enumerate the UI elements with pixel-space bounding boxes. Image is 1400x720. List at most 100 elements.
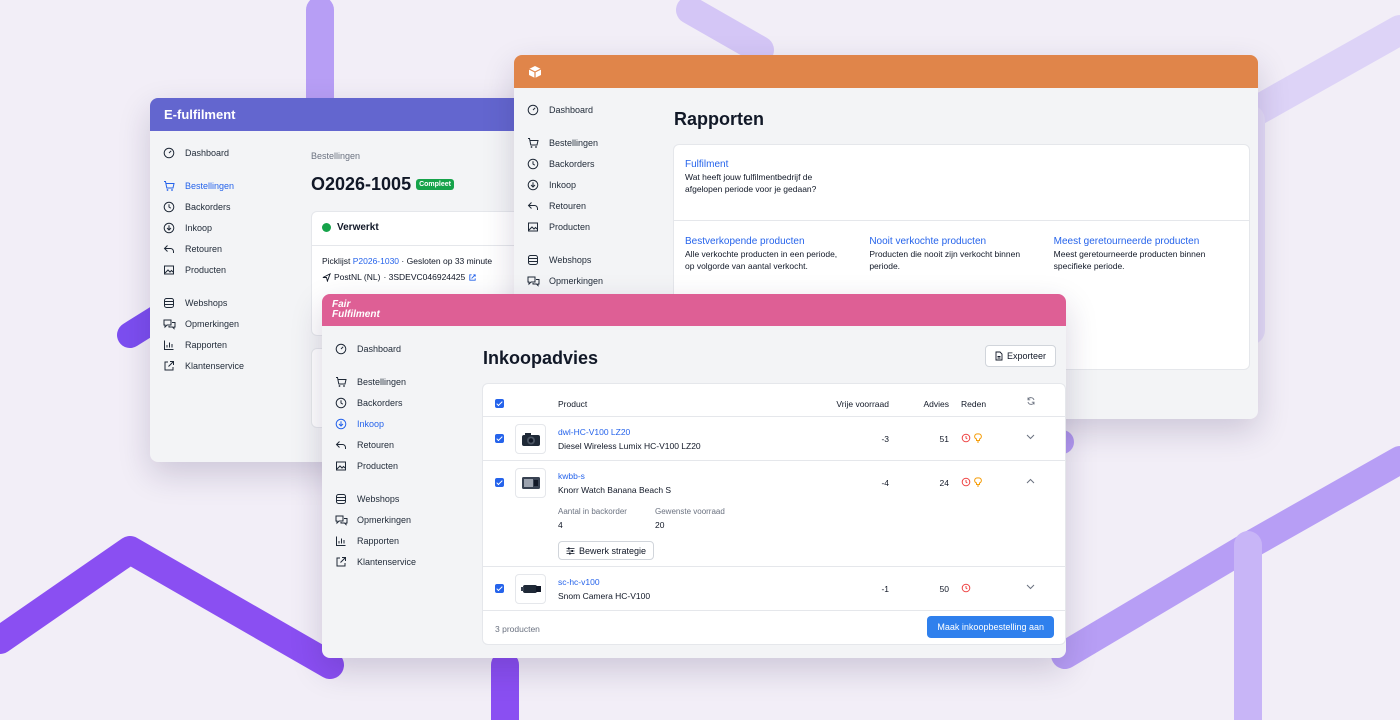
lightbulb-icon: [974, 433, 982, 443]
sidebar-item-klantenservice[interactable]: Klantenservice: [162, 355, 292, 376]
table-row[interactable]: kwbb-s Knorr Watch Banana Beach S -4 24 …: [483, 461, 1065, 567]
sidebar-item-producten[interactable]: Producten: [526, 216, 656, 237]
sidebar-item-label: Dashboard: [549, 104, 594, 115]
document-icon: [995, 351, 1003, 361]
export-button[interactable]: Exporteer: [985, 345, 1057, 367]
sliders-icon: [566, 547, 575, 555]
sidebar-item-rapporten[interactable]: Rapporten: [334, 530, 464, 551]
sidebar-item-label: Rapporten: [357, 535, 400, 546]
sidebar-item-klantenservice[interactable]: Klantenservice: [334, 551, 464, 572]
report-desc: periode.: [869, 261, 901, 271]
order-title: O2026-1005: [311, 174, 412, 194]
nav-group-gap: [334, 359, 464, 371]
nav-group-gap: [162, 280, 292, 292]
sidebar-item-webshops[interactable]: Webshops: [526, 249, 656, 270]
free-stock: -4: [881, 478, 889, 488]
table-row[interactable]: dwl-HC-V100 LZ20 Diesel Wireless Lumix H…: [483, 417, 1065, 461]
sidebar-item-opmerkingen[interactable]: Opmerkingen: [162, 313, 292, 334]
sidebar-item-retouren[interactable]: Retouren: [162, 238, 292, 259]
purchase-titlebar: Fair Fulfilment: [322, 294, 1066, 326]
download-circle-icon: [162, 221, 176, 235]
chevron-up-icon[interactable]: [1026, 478, 1035, 484]
chat-icon: [162, 317, 176, 331]
sidebar-item-label: Opmerkingen: [185, 318, 240, 329]
sidebar-item-retouren[interactable]: Retouren: [526, 195, 656, 216]
col-stock[interactable]: Vrije voorraad: [836, 399, 889, 409]
sidebar-item-dashboard[interactable]: Dashboard: [162, 142, 292, 163]
product-sku-link[interactable]: dwl-HC-V100 LZ20: [558, 427, 630, 437]
sidebar-item-producten[interactable]: Producten: [162, 259, 292, 280]
create-purchase-order-button[interactable]: Maak inkoopbestelling aan: [927, 616, 1054, 638]
report-fulfilment-link[interactable]: Fulfilment: [685, 159, 1238, 170]
col-reason[interactable]: Reden: [961, 399, 986, 409]
product-thumbnail: [515, 424, 546, 454]
tracking-code[interactable]: · 3SDEVC046924425: [383, 272, 465, 282]
sidebar-item-webshops[interactable]: Webshops: [162, 292, 292, 313]
sidebar-item-inkoop[interactable]: Inkoop: [526, 174, 656, 195]
nav-group-gap: [526, 120, 656, 132]
image-icon: [162, 263, 176, 277]
sidebar-item-rapporten[interactable]: Rapporten: [162, 334, 292, 355]
product-name: Snom Camera HC-V100: [558, 591, 651, 601]
sidebar: Dashboard Bestellingen Backorders Inkoop Ret…: [334, 338, 464, 572]
sidebar-item-bestellingen[interactable]: Bestellingen: [526, 132, 656, 153]
sidebar-item-inkoop[interactable]: Inkoop: [162, 217, 292, 238]
report-desc: Producten die nooit zijn verkocht binnen: [869, 249, 1021, 259]
refresh-icon[interactable]: [1026, 396, 1036, 406]
product-sku-link[interactable]: kwbb-s: [558, 471, 585, 481]
sidebar-item-label: Dashboard: [357, 343, 402, 354]
edit-strategy-button[interactable]: Bewerk strategie: [558, 541, 655, 560]
sidebar-item-label: Inkoop: [549, 179, 577, 190]
sidebar-item-backorders[interactable]: Backorders: [526, 153, 656, 174]
sidebar-item-label: Bestellingen: [549, 137, 599, 148]
sidebar-item-bestellingen[interactable]: Bestellingen: [162, 175, 292, 196]
report-desc: Meest geretourneerde producten binnen: [1053, 249, 1206, 259]
sidebar-item-label: Producten: [357, 460, 399, 471]
sidebar-item-label: Backorders: [357, 397, 403, 408]
dashboard-icon: [526, 103, 540, 117]
sidebar-item-backorders[interactable]: Backorders: [334, 392, 464, 413]
return-arrow-icon: [526, 199, 540, 213]
database-icon: [526, 253, 540, 267]
table-row[interactable]: sc-hc-v100 Snom Camera HC-V100 -1 50: [483, 567, 1065, 611]
export-label: Exporteer: [1007, 351, 1047, 361]
row-checkbox[interactable]: [495, 584, 504, 593]
report-bestselling-link[interactable]: Bestverkopende producten: [685, 236, 869, 247]
sidebar-item-opmerkingen[interactable]: Opmerkingen: [526, 270, 656, 291]
sidebar-item-webshops[interactable]: Webshops: [334, 488, 464, 509]
sidebar: Dashboard Bestellingen Backorders Inkoop Ret…: [526, 99, 656, 291]
chevron-down-icon[interactable]: [1026, 434, 1035, 440]
sidebar-item-retouren[interactable]: Retouren: [334, 434, 464, 455]
product-sku-link[interactable]: sc-hc-v100: [558, 577, 600, 587]
download-circle-icon: [334, 417, 348, 431]
sidebar-item-opmerkingen[interactable]: Opmerkingen: [334, 509, 464, 530]
sidebar-item-dashboard[interactable]: Dashboard: [334, 338, 464, 359]
backorder-label: Aantal in backorder: [558, 507, 627, 516]
select-all-checkbox[interactable]: [495, 399, 504, 408]
clock-alert-icon: [961, 477, 971, 487]
sidebar-item-label: Webshops: [549, 254, 592, 265]
chevron-down-icon[interactable]: [1026, 584, 1035, 590]
report-never-sold-link[interactable]: Nooit verkochte producten: [869, 236, 1053, 247]
clock-icon: [334, 396, 348, 410]
sidebar-item-label: Bestellingen: [357, 376, 407, 387]
sidebar-item-dashboard[interactable]: Dashboard: [526, 99, 656, 120]
report-most-returned-link[interactable]: Meest geretourneerde producten: [1054, 236, 1238, 247]
col-advice[interactable]: Advies: [923, 399, 949, 409]
sidebar-item-bestellingen[interactable]: Bestellingen: [334, 371, 464, 392]
sidebar-item-producten[interactable]: Producten: [334, 455, 464, 476]
col-product[interactable]: Product: [558, 399, 587, 409]
chat-icon: [526, 274, 540, 288]
sidebar-item-inkoop[interactable]: Inkoop: [334, 413, 464, 434]
sidebar-item-backorders[interactable]: Backorders: [162, 196, 292, 217]
sidebar-item-label: Rapporten: [185, 339, 228, 350]
lightbulb-icon: [974, 477, 982, 487]
row-checkbox[interactable]: [495, 434, 504, 443]
backorder-value: 4: [558, 520, 563, 530]
row-checkbox[interactable]: [495, 478, 504, 487]
external-link-icon[interactable]: [468, 273, 477, 282]
picklist-link[interactable]: P2026-1030: [353, 256, 399, 266]
fair-fulfilment-logo: Fair Fulfilment: [332, 300, 380, 320]
advice-value: 51: [939, 434, 949, 444]
return-arrow-icon: [334, 438, 348, 452]
